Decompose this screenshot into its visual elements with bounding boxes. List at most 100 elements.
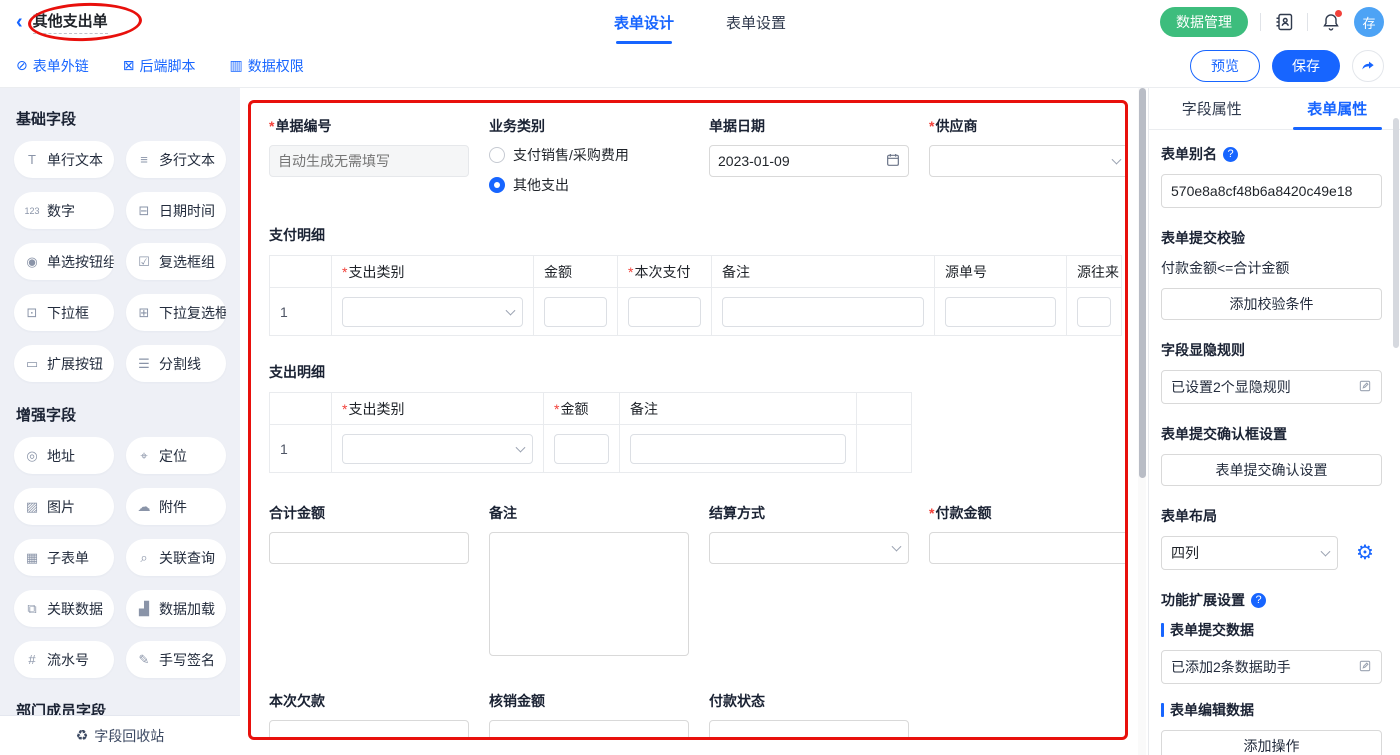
field-attachment[interactable]: ☁附件	[126, 488, 226, 525]
field-linked-query[interactable]: ⌕关联查询	[126, 539, 226, 576]
cloud-upload-icon: ☁	[136, 499, 152, 515]
field-multi-line-text[interactable]: ≡多行文本	[126, 141, 226, 178]
source-partner-input[interactable]	[1077, 297, 1111, 327]
field-doc-no[interactable]: *单据编号	[269, 116, 469, 205]
doc-date-input[interactable]	[709, 145, 909, 177]
data-permission-item[interactable]: ▥ 数据权限	[229, 56, 303, 76]
scrollbar-thumb[interactable]	[1139, 88, 1146, 478]
radio-checked-icon	[489, 177, 505, 193]
address-pin-icon: ◎	[24, 448, 40, 464]
field-extend-button[interactable]: ▭扩展按钮	[14, 345, 114, 382]
field-radio-group[interactable]: ◉单选按钮组	[14, 243, 114, 280]
tab-form-properties[interactable]: 表单属性	[1275, 88, 1400, 129]
tab-form-design[interactable]: 表单设计	[614, 0, 674, 44]
doc-no-input[interactable]	[269, 145, 469, 177]
field-settle-method[interactable]: 结算方式	[709, 503, 909, 659]
field-writeoff-amount[interactable]: 核销金额	[489, 691, 689, 737]
this-payment-input[interactable]	[628, 297, 701, 327]
field-recycle-bin[interactable]: ♻ 字段回收站	[0, 715, 240, 755]
field-multi-dropdown[interactable]: ⊞下拉复选框	[126, 294, 226, 331]
external-link-item[interactable]: ⊘ 表单外链	[16, 56, 89, 76]
source-doc-input[interactable]	[945, 297, 1056, 327]
pay-amount-input[interactable]	[929, 532, 1125, 564]
expense-type-select[interactable]	[342, 297, 523, 327]
field-serial-number[interactable]: #流水号	[14, 641, 114, 678]
question-icon[interactable]: ?	[1251, 593, 1266, 608]
tab-field-properties[interactable]: 字段属性	[1149, 88, 1275, 129]
field-total-amount[interactable]: 合计金额	[269, 503, 469, 659]
field-address[interactable]: ◎地址	[14, 437, 114, 474]
save-button[interactable]: 保存	[1272, 50, 1340, 82]
field-pay-amount[interactable]: *付款金额	[929, 503, 1125, 659]
link-icon: ⊘	[16, 57, 28, 74]
field-dropdown[interactable]: ⊡下拉框	[14, 294, 114, 331]
canvas-scrollbar[interactable]	[1138, 88, 1146, 755]
col-expense-type: *支出类别	[332, 393, 544, 425]
field-signature[interactable]: ✎手写签名	[126, 641, 226, 678]
share-button[interactable]	[1352, 50, 1384, 82]
permission-icon: ▥	[229, 57, 242, 74]
field-supplier[interactable]: *供应商	[929, 116, 1125, 205]
remark-textarea[interactable]	[489, 532, 689, 656]
expense-detail-table: *支出类别 *金额 备注 1	[269, 392, 912, 473]
field-doc-date[interactable]: 单据日期	[709, 116, 909, 205]
field-number[interactable]: 123数字	[14, 192, 114, 229]
edit-icon[interactable]	[1358, 659, 1372, 676]
script-icon: ⊠	[123, 57, 135, 74]
field-datetime[interactable]: ⊟日期时间	[126, 192, 226, 229]
backend-script-item[interactable]: ⊠ 后端脚本	[123, 56, 196, 76]
avatar[interactable]: 存	[1354, 7, 1384, 37]
amount-input[interactable]	[544, 297, 607, 327]
remark-input[interactable]	[722, 297, 924, 327]
tab-form-settings[interactable]: 表单设置	[726, 0, 786, 44]
contacts-book-icon[interactable]	[1273, 11, 1295, 33]
field-location[interactable]: ⌖定位	[126, 437, 226, 474]
radio-other-expense[interactable]: 其他支出	[489, 175, 689, 195]
expense-type-select[interactable]	[342, 434, 533, 464]
check-rule-text: 付款金额<=合计金额	[1161, 258, 1382, 278]
field-checkbox-group[interactable]: ☑复选框组	[126, 243, 226, 280]
add-edit-action-button[interactable]: 添加操作	[1161, 730, 1382, 755]
field-pay-status[interactable]: 付款状态	[709, 691, 909, 737]
pay-status-input[interactable]	[709, 720, 909, 737]
checkbox-icon: ☑	[136, 254, 152, 270]
bar-chart-icon: ▟	[136, 601, 152, 617]
layout-select[interactable]	[1161, 536, 1338, 570]
field-cur-debt[interactable]: 本次欠款	[269, 691, 469, 737]
col-source-doc-no: 源单号	[935, 256, 1067, 288]
question-icon[interactable]: ?	[1223, 147, 1238, 162]
edit-icon[interactable]	[1358, 379, 1372, 396]
notification-bell-icon[interactable]	[1320, 11, 1342, 33]
total-amount-input[interactable]	[269, 532, 469, 564]
field-single-line-text[interactable]: T单行文本	[14, 141, 114, 178]
radio-pay-sales[interactable]: 支付销售/采购费用	[489, 145, 689, 165]
back-icon[interactable]: ‹	[16, 12, 23, 32]
remark-input[interactable]	[630, 434, 846, 464]
supplier-select[interactable]	[929, 145, 1125, 177]
visibility-rules-section: 字段显隐规则 已设置2个显隐规则	[1161, 340, 1382, 404]
divider	[1260, 13, 1261, 31]
amount-input[interactable]	[554, 434, 609, 464]
field-image[interactable]: ▨图片	[14, 488, 114, 525]
field-data-load[interactable]: ▟数据加载	[126, 590, 226, 627]
cur-debt-input[interactable]	[269, 720, 469, 737]
field-remark[interactable]: 备注	[489, 503, 689, 659]
preview-button[interactable]: 预览	[1190, 50, 1260, 82]
props-scrollbar-thumb[interactable]	[1393, 118, 1399, 348]
settle-method-select[interactable]	[709, 532, 909, 564]
submit-confirm-setting-button[interactable]: 表单提交确认设置	[1161, 454, 1382, 486]
writeoff-amount-input[interactable]	[489, 720, 689, 737]
form-toolbar: ⊘ 表单外链 ⊠ 后端脚本 ▥ 数据权限 预览 保存	[0, 44, 1400, 88]
visibility-rules-box[interactable]: 已设置2个显隐规则	[1161, 370, 1382, 404]
field-biz-type[interactable]: 业务类别 支付销售/采购费用 其他支出	[489, 116, 689, 205]
field-divider[interactable]: ☰分割线	[126, 345, 226, 382]
add-check-condition-button[interactable]: 添加校验条件	[1161, 288, 1382, 320]
data-manage-button[interactable]: 数据管理	[1160, 7, 1248, 37]
field-subform[interactable]: ▦子表单	[14, 539, 114, 576]
submit-data-box[interactable]: 已添加2条数据助手	[1161, 650, 1382, 684]
properties-panel: 字段属性 表单属性 表单别名? 表单提交校验 付款金额<=合计金额 添加校验条件…	[1148, 88, 1400, 755]
field-linked-data[interactable]: ⧉关联数据	[14, 590, 114, 627]
form-alias-input[interactable]	[1161, 174, 1382, 208]
gear-icon[interactable]: ⚙	[1348, 536, 1382, 570]
form-title[interactable]: 其他支出单	[33, 10, 108, 34]
